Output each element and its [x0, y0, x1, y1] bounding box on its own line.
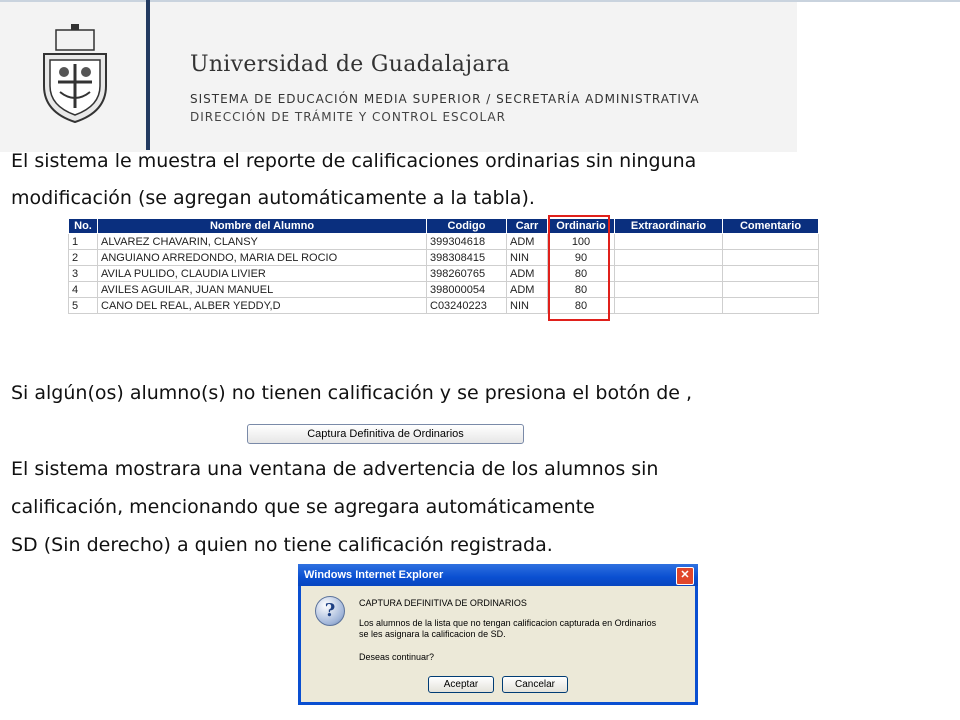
- dialog-title-bar: Windows Internet Explorer ✕: [298, 564, 698, 586]
- cell-extraordinario: [614, 233, 723, 250]
- cancelar-button[interactable]: Cancelar: [502, 676, 568, 693]
- cell-code: 398260765: [426, 265, 507, 282]
- cell-comentario: [722, 297, 819, 314]
- cell-comentario: [722, 249, 819, 266]
- paragraph-3-line-3: SD (Sin derecho) a quien no tiene califi…: [11, 534, 553, 556]
- question-icon: ?: [315, 596, 345, 626]
- cell-name: ANGUIANO ARREDONDO, MARIA DEL ROCIO: [97, 249, 427, 266]
- cell-comentario: [722, 233, 819, 250]
- paragraph-3-line-2: calificación, mencionando que se agregar…: [11, 496, 595, 518]
- table-row: 4 AVILES AGUILAR, JUAN MANUEL 398000054 …: [68, 281, 819, 298]
- column-header: Carr: [506, 218, 548, 234]
- table-row: 5 CANO DEL REAL, ALBER YEDDY,D C03240223…: [68, 297, 819, 314]
- cell-code: 398000054: [426, 281, 507, 298]
- dialog-message-line-1: Los alumnos de la lista que no tengan ca…: [359, 618, 657, 628]
- close-icon[interactable]: ✕: [676, 567, 694, 585]
- warning-dialog: Windows Internet Explorer ✕ ? CAPTURA DE…: [298, 564, 698, 705]
- header-divider: [146, 0, 150, 150]
- table-row: 2 ANGUIANO ARREDONDO, MARIA DEL ROCIO 39…: [68, 249, 819, 266]
- dialog-message-line-2: se les asignara la calificacion de SD.: [359, 629, 506, 639]
- column-header: Extraordinario: [614, 218, 723, 234]
- university-name: Universidad de Guadalajara: [190, 52, 510, 77]
- header-subtitle-2: DIRECCIÓN DE TRÁMITE Y CONTROL ESCOLAR: [190, 110, 506, 124]
- cell-carr: NIN: [506, 249, 548, 266]
- aceptar-button[interactable]: Aceptar: [428, 676, 494, 693]
- cell-carr: NIN: [506, 297, 548, 314]
- ordinario-highlight-box: [548, 215, 610, 321]
- dialog-question: Deseas continuar?: [359, 652, 435, 662]
- cell-name: AVILES AGUILAR, JUAN MANUEL: [97, 281, 427, 298]
- grades-table: No. Nombre del Alumno Codigo Carr Ordina…: [68, 218, 819, 314]
- column-header: Codigo: [426, 218, 507, 234]
- dialog-title: Windows Internet Explorer: [304, 569, 444, 581]
- table-header-row: No. Nombre del Alumno Codigo Carr Ordina…: [68, 218, 819, 234]
- cell-no: 4: [68, 281, 98, 298]
- column-header: Nombre del Alumno: [97, 218, 427, 234]
- cell-carr: ADM: [506, 281, 548, 298]
- cell-extraordinario: [614, 281, 723, 298]
- cell-code: 398308415: [426, 249, 507, 266]
- paragraph-3-line-1: El sistema mostrara una ventana de adver…: [11, 458, 659, 480]
- cell-code: 399304618: [426, 233, 507, 250]
- captura-definitiva-button[interactable]: Captura Definitiva de Ordinarios: [247, 424, 524, 444]
- cell-carr: ADM: [506, 265, 548, 282]
- table-row: 3 AVILA PULIDO, CLAUDIA LIVIER 398260765…: [68, 265, 819, 282]
- university-seal-logo: [43, 24, 107, 124]
- table-row: 1 ALVAREZ CHAVARIN, CLANSY 399304618 ADM…: [68, 233, 819, 250]
- cell-name: AVILA PULIDO, CLAUDIA LIVIER: [97, 265, 427, 282]
- cell-no: 2: [68, 249, 98, 266]
- cell-extraordinario: [614, 249, 723, 266]
- cell-code: C03240223: [426, 297, 507, 314]
- dialog-heading: CAPTURA DEFINITIVA DE ORDINARIOS: [359, 598, 527, 608]
- cell-no: 5: [68, 297, 98, 314]
- cell-extraordinario: [614, 265, 723, 282]
- cell-no: 1: [68, 233, 98, 250]
- column-header: No.: [68, 218, 98, 234]
- paragraph-2: Si algún(os) alumno(s) no tienen calific…: [11, 382, 693, 404]
- cell-comentario: [722, 265, 819, 282]
- header-subtitle-1: SISTEMA DE EDUCACIÓN MEDIA SUPERIOR / SE…: [190, 92, 700, 106]
- university-header: Universidad de Guadalajara SISTEMA DE ED…: [0, 2, 797, 152]
- cell-carr: ADM: [506, 233, 548, 250]
- cell-name: ALVAREZ CHAVARIN, CLANSY: [97, 233, 427, 250]
- column-header: Comentario: [722, 218, 819, 234]
- cell-no: 3: [68, 265, 98, 282]
- paragraph-1-line-2: modificación (se agregan automáticamente…: [11, 187, 535, 209]
- paragraph-1-line-1: El sistema le muestra el reporte de cali…: [11, 150, 697, 172]
- cell-name: CANO DEL REAL, ALBER YEDDY,D: [97, 297, 427, 314]
- cell-extraordinario: [614, 297, 723, 314]
- cell-comentario: [722, 281, 819, 298]
